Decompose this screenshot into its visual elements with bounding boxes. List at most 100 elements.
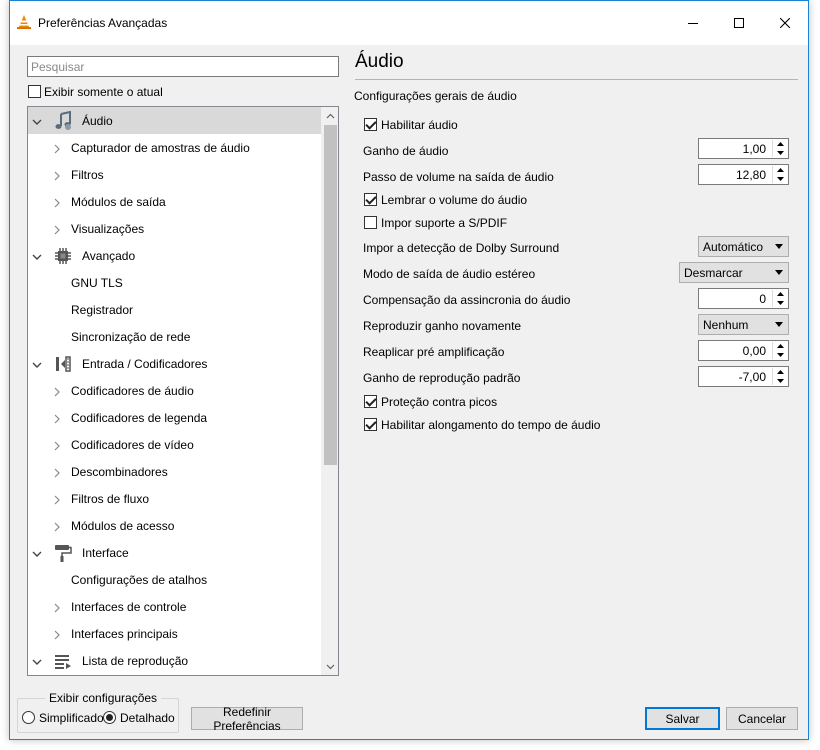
chevron-right-icon[interactable] xyxy=(52,629,62,640)
chevron-right-icon[interactable] xyxy=(52,197,62,208)
tree-item[interactable]: Filtros de fluxo xyxy=(28,485,321,512)
maximize-button[interactable] xyxy=(716,1,762,45)
scroll-down-button[interactable] xyxy=(322,658,338,675)
simple-radio[interactable] xyxy=(22,711,35,724)
stereo-mode-dropdown[interactable]: Desmarcar xyxy=(679,262,789,283)
tree-item[interactable]: Filtros xyxy=(28,161,321,188)
tree-category[interactable]: Entrada / Codificadores xyxy=(28,350,321,377)
spin-down-icon[interactable] xyxy=(773,149,787,157)
dropdown-arrow-icon xyxy=(775,244,783,249)
tree-item[interactable]: Configurações de atalhos xyxy=(28,566,321,593)
stereo-mode-label: Modo de saída de áudio estéreo xyxy=(363,267,536,281)
chevron-right-icon[interactable] xyxy=(52,494,62,505)
desync-label: Compensação da assincronia do áudio xyxy=(363,293,571,307)
show-settings-title: Exibir configurações xyxy=(45,691,162,705)
volume-step-label: Passo de volume na saída de áudio xyxy=(363,170,554,184)
chevron-up-icon xyxy=(326,113,335,118)
minimize-button[interactable] xyxy=(670,1,716,45)
tree-item[interactable]: Interfaces de controle xyxy=(28,593,321,620)
chevron-right-icon[interactable] xyxy=(52,224,62,235)
replay-gain-value: Nenhum xyxy=(703,318,749,332)
chevron-down-icon[interactable] xyxy=(32,656,42,666)
tree-item-label: Capturador de amostras de áudio xyxy=(71,141,250,155)
search-input[interactable] xyxy=(27,56,339,77)
chevron-right-icon[interactable] xyxy=(52,602,62,613)
tree-item[interactable]: Codificadores de legenda xyxy=(28,404,321,431)
tree-item[interactable]: Codificadores de áudio xyxy=(28,377,321,404)
cancel-button[interactable]: Cancelar xyxy=(726,707,798,730)
minimize-icon xyxy=(688,23,698,24)
volume-step-value: 12,80 xyxy=(735,168,766,182)
tree-category[interactable]: Lista de reprodução xyxy=(28,647,321,674)
tree-item[interactable]: Visualizações xyxy=(28,215,321,242)
dolby-dropdown[interactable]: Automático xyxy=(698,236,789,257)
force-spdif-checkbox[interactable] xyxy=(364,216,377,229)
tree-item[interactable]: Interfaces principais xyxy=(28,620,321,647)
show-current-only-checkbox[interactable] xyxy=(28,85,41,98)
volume-step-spinbox[interactable]: 12,80 xyxy=(698,164,789,185)
reset-preferences-button[interactable]: Redefinir Preferências xyxy=(191,705,303,733)
tree-category[interactable]: Áudio xyxy=(28,107,321,134)
replay-gain-dropdown[interactable]: Nenhum xyxy=(698,314,789,335)
default-gain-spinbox[interactable]: -7,00 xyxy=(698,366,789,387)
detailed-radio[interactable] xyxy=(103,711,116,724)
tree-item[interactable]: Capturador de amostras de áudio xyxy=(28,134,321,161)
tree-item[interactable]: Sincronização de rede xyxy=(28,323,321,350)
tree-item[interactable]: Módulos de saída xyxy=(28,188,321,215)
chevron-down-icon[interactable] xyxy=(32,116,42,126)
spin-up-icon[interactable] xyxy=(773,140,787,148)
tree-category-label: Avançado xyxy=(82,249,136,263)
spin-down-icon[interactable] xyxy=(773,377,787,385)
chevron-down-icon[interactable] xyxy=(32,548,42,558)
tree-item-label: Módulos de acesso xyxy=(71,519,175,533)
peak-protection-checkbox[interactable] xyxy=(364,395,377,408)
tree-item[interactable]: Registrador xyxy=(28,296,321,323)
spin-up-icon[interactable] xyxy=(773,290,787,298)
scroll-up-button[interactable] xyxy=(322,107,338,124)
tree-scrollbar[interactable] xyxy=(321,107,338,675)
spin-up-icon[interactable] xyxy=(773,342,787,350)
tree-category[interactable]: Avançado xyxy=(28,242,321,269)
spin-up-icon[interactable] xyxy=(773,368,787,376)
preamp-value: 0,00 xyxy=(742,344,766,358)
peak-protection-label: Proteção contra picos xyxy=(381,395,498,409)
dolby-value: Automático xyxy=(703,240,764,254)
tree-item[interactable]: GNU TLS xyxy=(28,269,321,296)
panel-title: Áudio xyxy=(355,51,404,72)
spin-down-icon[interactable] xyxy=(773,299,787,307)
chevron-down-icon[interactable] xyxy=(32,251,42,261)
save-button[interactable]: Salvar xyxy=(645,707,720,730)
desync-spinbox[interactable]: 0 xyxy=(698,288,789,309)
tree-item[interactable]: Módulos de acesso xyxy=(28,512,321,539)
chevron-right-icon[interactable] xyxy=(52,386,62,397)
chevron-right-icon[interactable] xyxy=(52,467,62,478)
category-tree[interactable]: Lista de reprodução Interfaces principais… xyxy=(27,106,339,676)
time-stretch-checkbox[interactable] xyxy=(364,418,377,431)
spin-up-icon[interactable] xyxy=(773,166,787,174)
gain-spinbox[interactable]: 1,00 xyxy=(698,138,789,159)
chevron-right-icon[interactable] xyxy=(52,413,62,424)
spin-down-icon[interactable] xyxy=(773,351,787,359)
tree-item-label: Codificadores de áudio xyxy=(71,384,194,398)
audio-note-icon xyxy=(53,110,73,131)
chevron-right-icon[interactable] xyxy=(52,170,62,181)
chevron-right-icon[interactable] xyxy=(52,143,62,154)
force-spdif-label: Impor suporte a S/PDIF xyxy=(381,216,508,230)
enable-audio-checkbox[interactable] xyxy=(364,118,377,131)
tree-item[interactable]: Descombinadores xyxy=(28,458,321,485)
scroll-thumb[interactable] xyxy=(324,125,337,465)
spin-down-icon[interactable] xyxy=(773,175,787,183)
chevron-right-icon[interactable] xyxy=(52,521,62,532)
tree-category[interactable]: Interface xyxy=(28,539,321,566)
tree-item-label: Codificadores de vídeo xyxy=(71,438,194,452)
time-stretch-label: Habilitar alongamento do tempo de áudio xyxy=(381,418,601,432)
remember-volume-checkbox[interactable] xyxy=(364,193,377,206)
tree-item[interactable]: Codificadores de vídeo xyxy=(28,431,321,458)
dropdown-arrow-icon xyxy=(775,270,783,275)
default-gain-value: -7,00 xyxy=(738,370,766,384)
chevron-right-icon[interactable] xyxy=(52,440,62,451)
preamp-spinbox[interactable]: 0,00 xyxy=(698,340,789,361)
close-button[interactable] xyxy=(762,1,808,45)
tree-item-label: Configurações de atalhos xyxy=(71,573,208,587)
chevron-down-icon[interactable] xyxy=(32,359,42,369)
